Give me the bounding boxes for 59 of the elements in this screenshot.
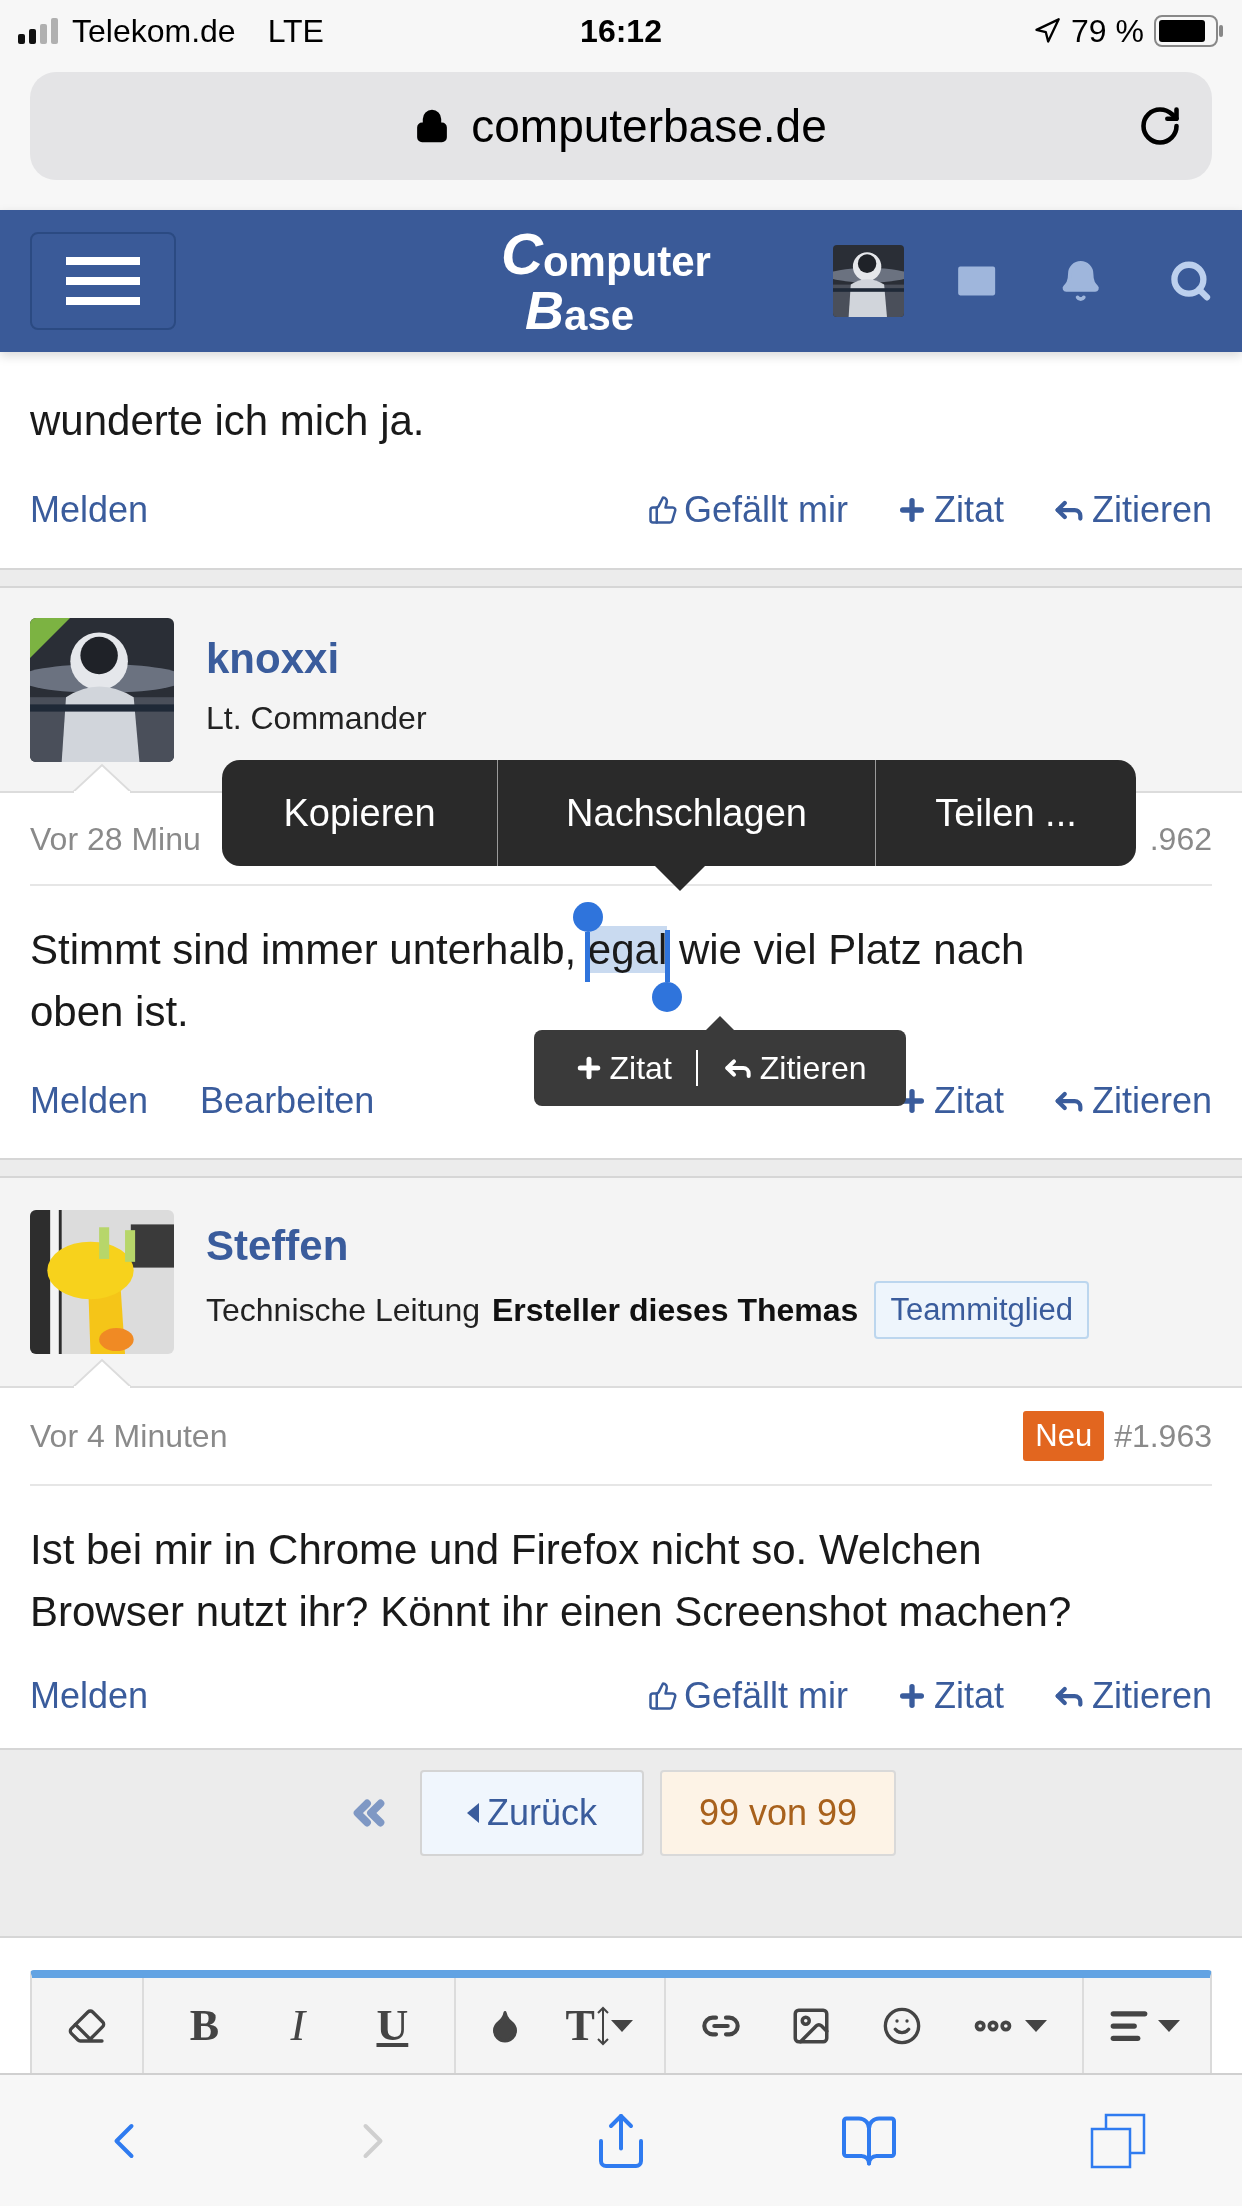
clock: 16:12 xyxy=(579,12,663,51)
font-size-button[interactable]: T xyxy=(565,2003,633,2048)
location-icon xyxy=(1033,17,1062,45)
reload-icon[interactable] xyxy=(1138,104,1182,148)
post-text: Stimmt sind immer unterhalb, egal wie viel Platz nach oben ist. xyxy=(30,919,1105,1043)
author-title: Technische Leitung xyxy=(206,1291,480,1330)
new-badge: Neu xyxy=(1023,1410,1105,1462)
caret-left-icon xyxy=(467,1803,479,1823)
action-link[interactable]: Zitat xyxy=(895,1073,1004,1128)
vertical-arrow-icon xyxy=(596,2005,609,2046)
menu-button[interactable] xyxy=(30,232,177,330)
caret-icon xyxy=(1025,2019,1048,2032)
caret-icon xyxy=(610,2019,633,2032)
lock-icon xyxy=(415,109,450,143)
search-icon[interactable] xyxy=(1168,259,1212,303)
action-link[interactable]: Zitieren xyxy=(1051,1668,1212,1723)
action-link[interactable]: Zitieren xyxy=(1051,1073,1212,1128)
back-page-button[interactable]: Zurück xyxy=(420,1770,644,1856)
post-text: Ist bei mir in Chrome und Firefox nicht so. Welchen Browser nutzt ihr? Könnt ihr einen Screenshot machen? xyxy=(30,1525,1073,1637)
carrier-name: Telekom.de xyxy=(72,12,236,51)
url-text: computerbase.de xyxy=(471,98,827,154)
action-link[interactable]: Gefällt mir xyxy=(647,483,848,537)
action-link[interactable]: Zitieren xyxy=(1051,483,1212,537)
battery-percent: 79 % xyxy=(1071,12,1144,51)
action-link[interactable]: Melden xyxy=(30,1073,149,1128)
current-page: 99 von 99 xyxy=(660,1770,896,1856)
post-time: Vor 4 Minuten xyxy=(30,1417,228,1456)
online-indicator-icon xyxy=(30,617,70,658)
popup-action[interactable]: Zitieren xyxy=(721,1044,867,1092)
author-name[interactable]: Steffen xyxy=(206,1224,1089,1267)
author-name[interactable]: knoxxi xyxy=(206,637,427,680)
site-logo[interactable]: Computer Base xyxy=(501,225,738,337)
menu-icon xyxy=(66,257,141,305)
caret-icon xyxy=(1158,2019,1180,2032)
smiley-icon[interactable] xyxy=(881,2005,922,2046)
battery-icon xyxy=(1154,15,1224,47)
action-link[interactable]: Bearbeiten xyxy=(200,1073,375,1128)
team-badge: Teammitglied xyxy=(874,1280,1089,1340)
author-title: Lt. Commander xyxy=(206,698,427,738)
action-link[interactable]: Melden xyxy=(30,483,149,537)
creator-label: Ersteller dieses Themas xyxy=(491,1291,859,1330)
thumbs-up-icon xyxy=(647,495,678,525)
post-number[interactable]: .962 xyxy=(1149,814,1212,863)
format-button[interactable]: I xyxy=(290,2003,306,2048)
popup-action[interactable]: Zitat xyxy=(573,1044,672,1092)
address-bar[interactable]: computerbase.de xyxy=(30,72,1212,180)
format-button[interactable]: B xyxy=(189,2003,220,2048)
post-text: wunderte ich mich ja. xyxy=(30,396,426,446)
action-link[interactable]: Zitat xyxy=(895,483,1004,537)
menu-item[interactable]: Teilen ... xyxy=(875,760,1136,866)
post-time: Vor 28 Minu xyxy=(30,819,201,859)
format-button[interactable]: U xyxy=(376,2003,409,2048)
thumbs-up-icon xyxy=(647,1680,678,1711)
action-link[interactable]: Gefällt mir xyxy=(647,1668,848,1723)
menu-item[interactable]: Kopieren xyxy=(222,760,497,866)
post-number[interactable]: #1.963 xyxy=(1114,1412,1212,1460)
action-link[interactable]: Melden xyxy=(30,1668,149,1723)
network-type: LTE xyxy=(267,12,324,51)
action-link[interactable]: Zitat xyxy=(895,1668,1004,1723)
